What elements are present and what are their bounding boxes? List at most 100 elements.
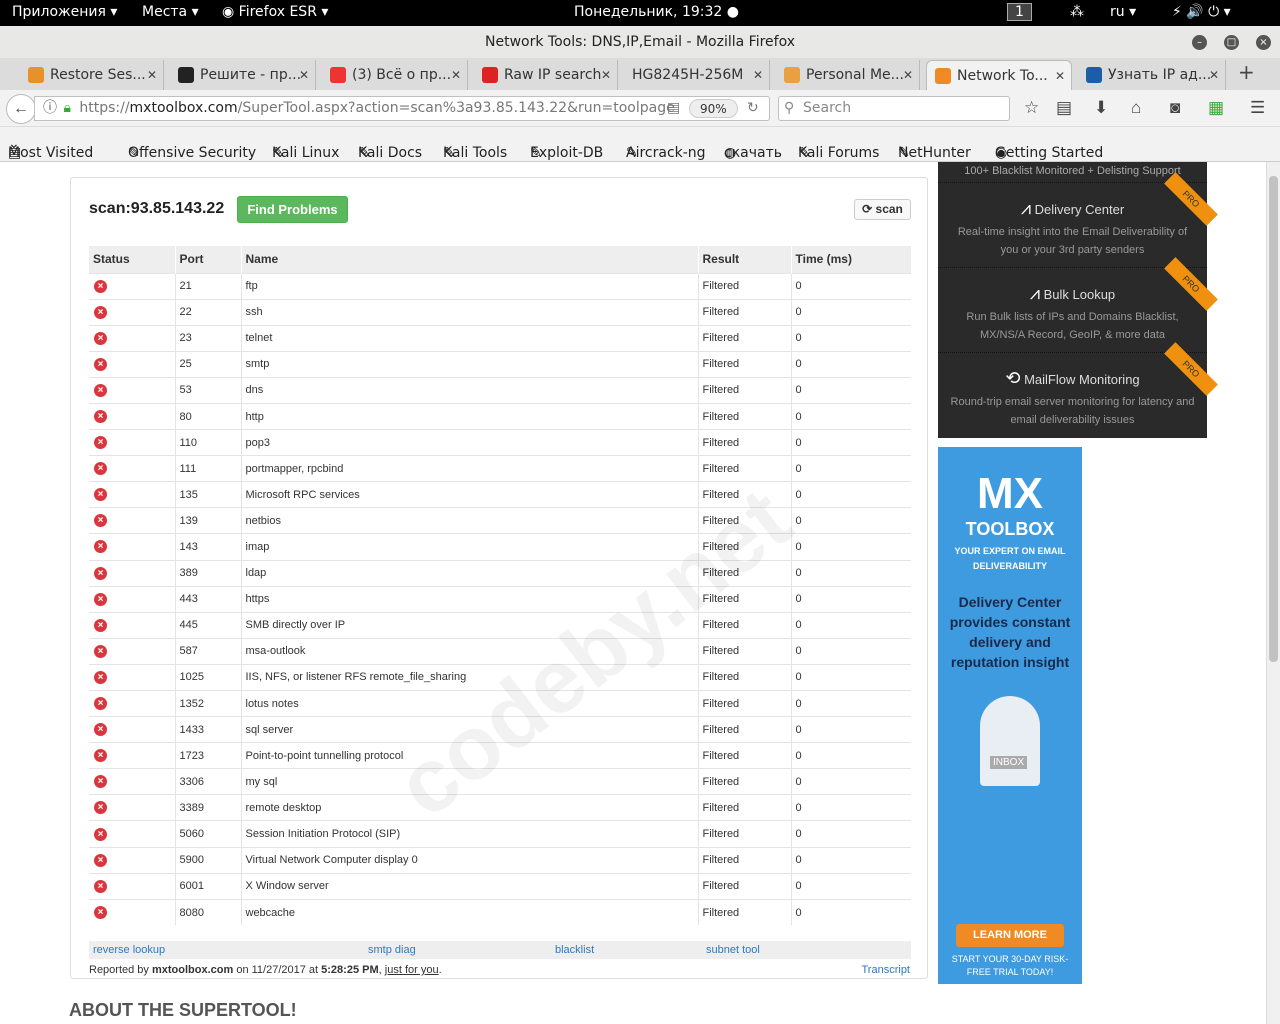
pulse-icon: ⩘ [1029,283,1040,303]
tab-favicon-icon [178,67,194,83]
close-tab-icon[interactable]: ✕ [601,60,611,90]
promo-item[interactable]: PRO ⩘ Bulk Lookup Run Bulk lists of IPs an… [938,257,1218,352]
promo-title: Delivery Center [1034,202,1125,217]
home-icon[interactable]: ⌂ [1131,98,1141,118]
reverse-lookup-link[interactable]: reverse lookup [93,944,165,956]
search-input[interactable]: ⚲ Search [778,96,1010,121]
tab-favicon-icon [482,67,498,83]
error-icon: × [94,383,107,397]
smtp-diag-link[interactable]: smtp diag [368,944,416,956]
ad-trial-text: START YOUR 30-DAY RISK-FREE TRIAL TODAY! [951,954,1069,977]
downloads-icon[interactable]: ⬇ [1094,98,1108,118]
tab-4[interactable]: HG8245H-256M ✕ [624,60,770,90]
table-row: × 21 ftp Filtered 0 [89,272,911,300]
site-info-icon[interactable]: ⓘ [43,100,57,116]
result-cell: Filtered [698,716,792,743]
language-label: ru [1110,4,1125,20]
time-cell: 0 [791,794,911,821]
close-tab-icon[interactable]: ✕ [147,60,157,90]
places-menu[interactable]: Места ▾ [142,4,199,20]
extension-icon[interactable]: ▦ [1208,98,1224,118]
name-cell: X Window server [241,872,699,900]
table-row: × 135 Microsoft RPC services Filtered 0 [89,481,911,508]
promo-item[interactable]: PRO ⟲ MailFlow Monitoring Round-trip email… [938,342,1218,437]
bookmark-0[interactable]: ▤ Most Visited ⌄ [8,136,93,161]
error-icon: × [94,879,107,893]
menu-icon[interactable]: ☰ [1250,98,1265,118]
tab-0[interactable]: Restore Ses... ✕ [20,60,164,90]
error-icon: × [94,436,107,450]
name-cell: imap [241,533,699,561]
close-tab-icon[interactable]: ✕ [753,60,763,90]
name-cell: netbios [241,507,699,534]
result-cell: Filtered [698,429,792,456]
name-cell: ssh [241,298,699,326]
close-tab-icon[interactable]: ✕ [451,60,461,90]
result-cell: Filtered [698,402,792,430]
bookmark-label: Kali Linux [272,145,340,161]
tab-1[interactable]: Решите - пр... ✕ [170,60,316,90]
tab-7[interactable]: Узнать IP ад... ✕ [1078,60,1226,90]
zoom-level[interactable]: 90% [689,99,738,118]
bookmark-star-icon[interactable]: ☆ [1024,98,1039,118]
ad-logo: MX [977,469,1043,518]
close-tab-icon[interactable]: ✕ [903,60,913,90]
language-menu[interactable]: ru ▾ [1110,4,1136,20]
applications-menu[interactable]: Приложения ▾ [12,4,117,20]
tab-3[interactable]: Raw IP search ✕ [474,60,618,90]
close-tab-icon[interactable]: ✕ [299,60,309,90]
close-window-button[interactable]: × [1256,35,1271,50]
just-for-you-link[interactable]: just for you [385,964,439,976]
promo-item[interactable]: PRO ⩘ Delivery Center Real-time insight in… [938,172,1218,267]
error-icon: × [94,592,107,606]
reload-icon[interactable]: ↻ [747,97,759,120]
bookmark-label: Offensive Security [128,145,257,161]
mailflow-icon: ⟲ [1005,368,1021,388]
maximize-button[interactable]: □ [1224,35,1239,50]
close-tab-icon[interactable]: ✕ [1055,61,1065,91]
system-status-icons[interactable]: ⚡ 🔊 ⏻ ▾ [1172,4,1231,20]
scan-button[interactable]: ⟳ scan [854,199,911,220]
pocket-icon[interactable]: ◙ [1170,98,1180,118]
transcript-link[interactable]: Transcript [862,964,911,976]
mxtoolbox-ad[interactable]: MX TOOLBOX YOUR EXPERT ON EMAIL DELIVERA… [938,447,1082,984]
port-cell: 8080 [175,898,242,926]
reader-view-icon[interactable]: ▤ [667,97,680,120]
status-cell: × [89,689,176,717]
bookmark-label: Kali Tools [443,145,508,161]
close-tab-icon[interactable]: ✕ [1209,60,1219,90]
tab-5[interactable]: Personal Me... ✕ [776,60,920,90]
port-cell: 110 [175,429,242,456]
workspace-indicator[interactable]: 1 [1007,3,1032,21]
results-table: Status Port Name Result Time (ms) × 21 ftp… [89,246,911,926]
related-links: reverse lookup smtp diag blacklist subne… [89,941,911,959]
result-cell: Filtered [698,689,792,717]
promo-desc: Run Bulk lists of IPs and Domains Blackl… [966,311,1179,341]
url-bar[interactable]: ⓘ 🔒︎ https://mxtoolbox.com/SuperTool.asp… [34,96,770,121]
tab-2[interactable]: (3) Всё о пр... ✕ [322,60,468,90]
time-cell: 0 [791,402,911,430]
scrollbar-thumb[interactable] [1269,176,1278,662]
port-cell: 6001 [175,872,242,900]
minimize-button[interactable]: – [1192,35,1207,50]
status-cell: × [89,455,176,482]
reading-list-icon[interactable]: ▤ [1056,98,1072,118]
subnet-tool-link[interactable]: subnet tool [706,944,760,956]
window-title: Network Tools: DNS,IP,Email - Mozilla Fi… [485,34,795,50]
result-cell: Filtered [698,663,792,691]
new-tab-button[interactable]: + [1238,60,1255,84]
port-cell: 443 [175,585,242,613]
firefox-app-menu[interactable]: ◉ Firefox ESR ▾ [222,4,328,20]
name-cell: IIS, NFS, or listener RFS remote_file_sh… [241,663,699,691]
network-icon[interactable]: ⁂ [1070,4,1084,20]
blacklist-link[interactable]: blacklist [555,944,594,956]
vertical-scrollbar[interactable] [1266,162,1280,1024]
time-cell: 0 [791,298,911,326]
find-problems-button[interactable]: Find Problems [237,196,348,223]
time-cell: 0 [791,689,911,717]
tab-6[interactable]: Network To... ✕ [926,60,1072,90]
back-button[interactable]: ← [6,94,36,124]
learn-more-button[interactable]: LEARN MORE [956,924,1064,947]
clock[interactable]: Понедельник, 19:32 ● [574,4,739,20]
result-cell: Filtered [698,350,792,378]
